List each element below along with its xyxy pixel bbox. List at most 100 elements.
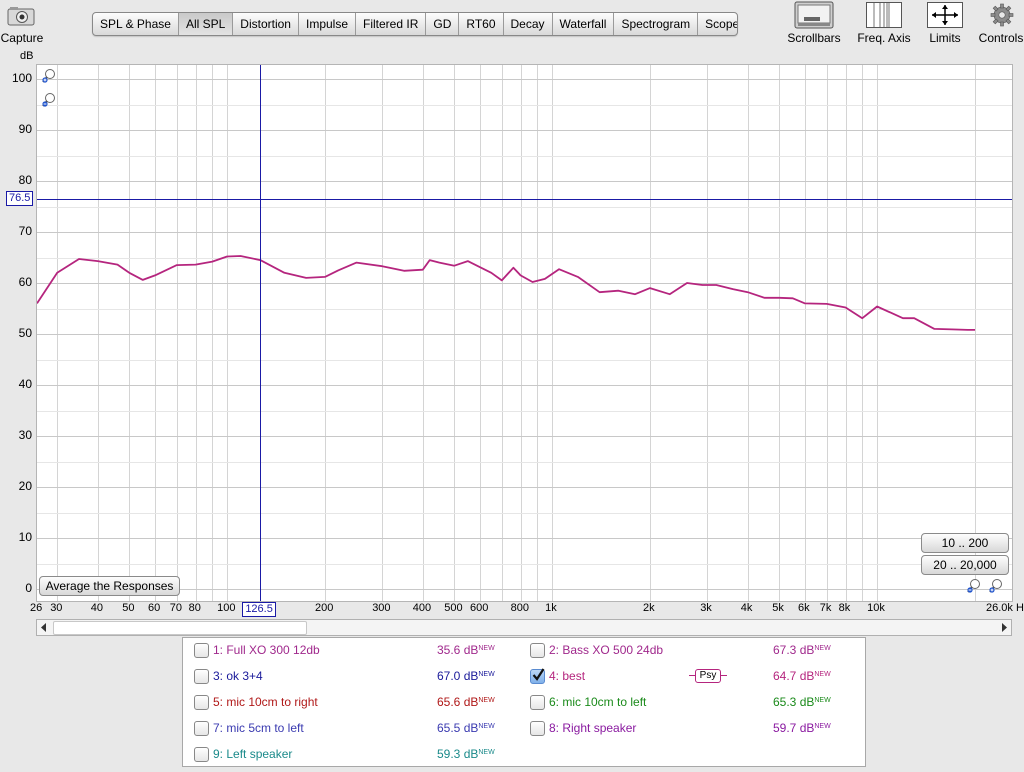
tab-all-spl[interactable]: All SPL: [178, 13, 234, 35]
limits-button[interactable]: Limits: [920, 0, 970, 46]
x-tick-label: 3k: [700, 602, 712, 614]
checkmark-icon: [532, 668, 545, 681]
y-tick-label: 50: [18, 326, 32, 340]
view-tabs: SPL & Phase All SPL Distortion Impulse F…: [92, 12, 738, 36]
x-tick-label: 6k: [798, 602, 810, 614]
measurement-name[interactable]: 3: ok 3+4: [213, 665, 263, 687]
list-item: 1: Full XO 300 12db 35.6 dBNEW: [183, 639, 523, 661]
tab-decay[interactable]: Decay: [504, 13, 553, 35]
limits-icon: [927, 2, 963, 28]
measurement-level: 35.6 dBNEW: [437, 643, 495, 657]
y-tick-label: 20: [18, 479, 32, 493]
cursor-x-readout: 126.5: [242, 602, 276, 617]
checkbox-1[interactable]: [194, 643, 209, 658]
tab-distortion[interactable]: Distortion: [233, 13, 299, 35]
list-item: 8: Right speaker 59.7 dBNEW: [523, 717, 863, 739]
average-responses-button[interactable]: Average the Responses: [39, 576, 180, 596]
tab-spl-phase[interactable]: SPL & Phase: [93, 13, 179, 35]
checkbox-9[interactable]: [194, 747, 209, 762]
tab-rt60[interactable]: RT60: [459, 13, 504, 35]
checkbox-6[interactable]: [530, 695, 545, 710]
scrollbars-icon: [794, 1, 834, 29]
x-tick-label: 5k: [772, 602, 784, 614]
y-tick-label: 40: [18, 377, 32, 391]
tab-spectrogram[interactable]: Spectrogram: [614, 13, 699, 35]
graph-canvas[interactable]: [37, 65, 1012, 601]
measurement-name[interactable]: 5: mic 10cm to right: [213, 691, 318, 713]
freq-axis-icon: [866, 2, 902, 28]
checkbox-2[interactable]: [530, 643, 545, 658]
horizontal-scrollbar[interactable]: [36, 619, 1012, 636]
x-tick-label: 500: [444, 602, 463, 614]
x-tick-label: 60: [148, 602, 161, 614]
x-tick-label: 600: [470, 602, 489, 614]
measurement-name[interactable]: 2: Bass XO 500 24db: [549, 639, 663, 661]
x-tick-label: 80: [188, 602, 201, 614]
zoom-out-icon[interactable]: [41, 92, 57, 108]
measurement-level: 67.3 dBNEW: [773, 643, 831, 657]
x-tick-label: 70: [169, 602, 183, 614]
measurement-name[interactable]: 6: mic 10cm to left: [549, 691, 646, 713]
list-item: 4: best Psy 64.7 dBNEW: [523, 665, 863, 687]
x-tick-label: 30: [50, 602, 63, 614]
checkbox-5[interactable]: [194, 695, 209, 710]
tab-impulse[interactable]: Impulse: [299, 13, 357, 35]
tab-scope[interactable]: Scope: [698, 13, 737, 35]
y-tick-label: 0: [25, 581, 32, 595]
zoom-20-20000-button[interactable]: 20 .. 20,000: [921, 555, 1009, 575]
tab-filtered-ir[interactable]: Filtered IR: [356, 13, 427, 35]
y-tick-label: 70: [18, 224, 32, 238]
measurement-name[interactable]: 8: Right speaker: [549, 717, 636, 739]
y-tick-label: 30: [18, 428, 32, 442]
measurement-level: 65.6 dBNEW: [437, 695, 495, 709]
measurement-level: 59.3 dBNEW: [437, 747, 495, 761]
controls-button[interactable]: Controls: [976, 0, 1024, 46]
x-tick-label: 400: [412, 602, 432, 614]
checkbox-3[interactable]: [194, 669, 209, 684]
x-tick-label: 10k: [867, 602, 885, 614]
x-tick-label: 200: [314, 602, 334, 614]
x-tick-label: 300: [372, 602, 391, 614]
checkbox-7[interactable]: [194, 721, 209, 736]
measurement-name[interactable]: 1: Full XO 300 12db: [213, 639, 320, 661]
x-tick-label: 50: [122, 602, 135, 614]
tab-gd[interactable]: GD: [426, 13, 460, 35]
x-tick-label: 1k: [545, 602, 557, 614]
scroll-left-arrow-icon[interactable]: [40, 623, 48, 632]
list-item: 6: mic 10cm to left 65.3 dBNEW: [523, 691, 863, 713]
capture-button[interactable]: Capture: [0, 2, 44, 45]
measurement-name[interactable]: 7: mic 5cm to left: [213, 717, 304, 739]
x-tick-label: 40: [90, 602, 104, 614]
freq-axis-label: Freq. Axis: [857, 31, 911, 45]
list-item: 2: Bass XO 500 24db 67.3 dBNEW: [523, 639, 863, 661]
measurement-level: 65.3 dBNEW: [773, 695, 831, 709]
psy-smoothing-badge[interactable]: Psy: [689, 669, 727, 683]
x-tick-label: 8k: [838, 602, 851, 614]
scrollbars-button[interactable]: Scrollbars: [783, 0, 845, 46]
list-item: 3: ok 3+4 67.0 dBNEW: [183, 665, 523, 687]
x-zoom-in-icon[interactable]: [988, 578, 1004, 594]
scroll-right-arrow-icon[interactable]: [1000, 623, 1008, 632]
tab-waterfall[interactable]: Waterfall: [553, 13, 615, 35]
zoom-10-200-button[interactable]: 10 .. 200: [921, 533, 1009, 553]
x-tick-label: 100: [217, 602, 236, 614]
measurement-list: 1: Full XO 300 12db 35.6 dBNEW 2: Bass X…: [182, 637, 866, 767]
measurement-name[interactable]: 9: Left speaker: [213, 743, 292, 765]
y-tick-label: 90: [18, 122, 32, 136]
camera-icon: [7, 7, 35, 26]
y-tick-label: 80: [18, 173, 32, 187]
checkbox-4[interactable]: [530, 668, 545, 684]
checkbox-8[interactable]: [530, 721, 545, 736]
freq-axis-button[interactable]: Freq. Axis: [853, 0, 915, 46]
controls-label: Controls: [978, 31, 1024, 45]
psy-label: Psy: [695, 669, 721, 683]
measurement-level: 59.7 dBNEW: [773, 721, 831, 735]
spl-graph[interactable]: [36, 64, 1013, 602]
zoom-in-icon[interactable]: [41, 68, 57, 84]
scrollbar-thumb[interactable]: [53, 621, 307, 635]
measurement-name[interactable]: 4: best: [549, 665, 585, 687]
y-axis-unit: dB: [20, 50, 34, 62]
x-tick-label: 800: [510, 602, 529, 614]
x-zoom-out-icon[interactable]: [966, 578, 982, 594]
y-tick-label: 100: [11, 71, 32, 85]
